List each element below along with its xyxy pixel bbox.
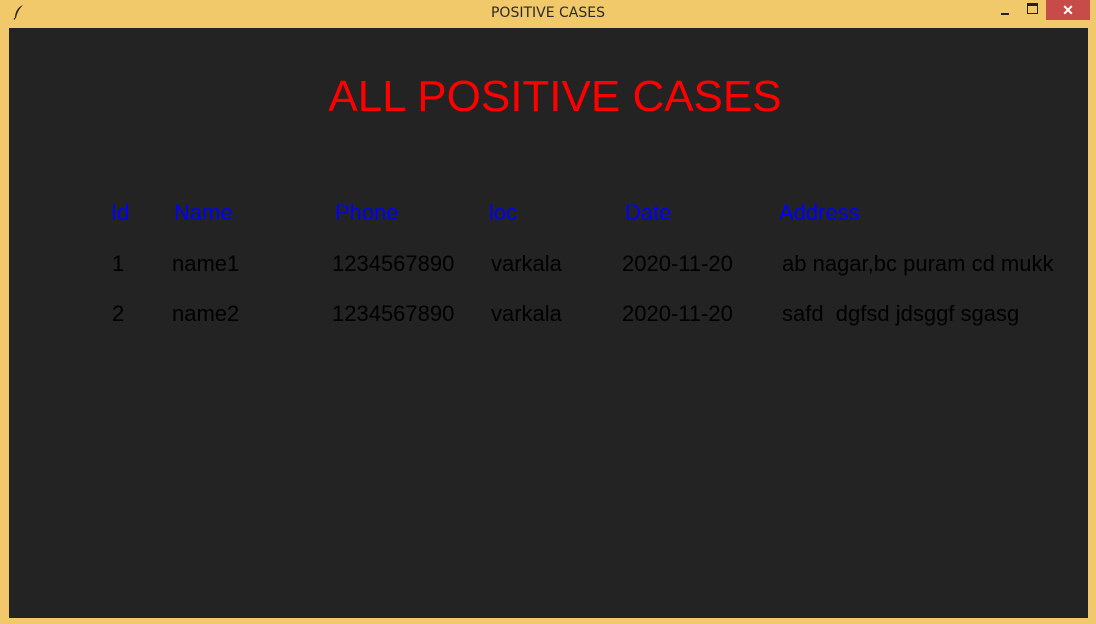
cell-address: ab nagar,bc puram cd mukk bbox=[782, 251, 1054, 276]
cell-date: 2020-11-20 bbox=[622, 301, 733, 326]
column-header-loc: loc bbox=[489, 200, 518, 225]
column-header-name: Name bbox=[174, 200, 233, 225]
cell-phone: 1234567890 bbox=[332, 251, 455, 276]
close-button[interactable]: ✕ bbox=[1046, 0, 1090, 20]
cell-name: name1 bbox=[172, 251, 240, 276]
app-window: POSITIVE CASES ✕ ALL POSITIVE CASES Id N… bbox=[0, 0, 1096, 624]
column-header-date: Date bbox=[625, 200, 672, 225]
minimize-icon bbox=[1001, 12, 1009, 15]
cell-address: safd dgfsd jdsggf sgasg bbox=[782, 301, 1020, 326]
cell-phone: 1234567890 bbox=[332, 301, 455, 326]
cell-name: name2 bbox=[172, 301, 240, 326]
cell-date: 2020-11-20 bbox=[622, 251, 733, 276]
title-bar[interactable]: POSITIVE CASES ✕ bbox=[0, 0, 1096, 26]
maximize-icon bbox=[1026, 2, 1038, 14]
page-title: ALL POSITIVE CASES bbox=[328, 72, 782, 121]
column-header-phone: Phone bbox=[335, 200, 399, 225]
content-area: ALL POSITIVE CASES Id Name Phone loc Dat… bbox=[9, 28, 1088, 618]
cell-id: 2 bbox=[112, 301, 125, 326]
close-icon: ✕ bbox=[1062, 1, 1074, 18]
maximize-button[interactable] bbox=[1019, 0, 1045, 20]
column-header-id: Id bbox=[111, 200, 130, 225]
cell-loc: varkala bbox=[491, 251, 562, 276]
column-header-address: Address bbox=[779, 200, 860, 225]
cell-id: 1 bbox=[112, 251, 125, 276]
window-title: POSITIVE CASES bbox=[490, 5, 605, 21]
minimize-button[interactable] bbox=[992, 0, 1018, 20]
cell-loc: varkala bbox=[491, 301, 562, 326]
